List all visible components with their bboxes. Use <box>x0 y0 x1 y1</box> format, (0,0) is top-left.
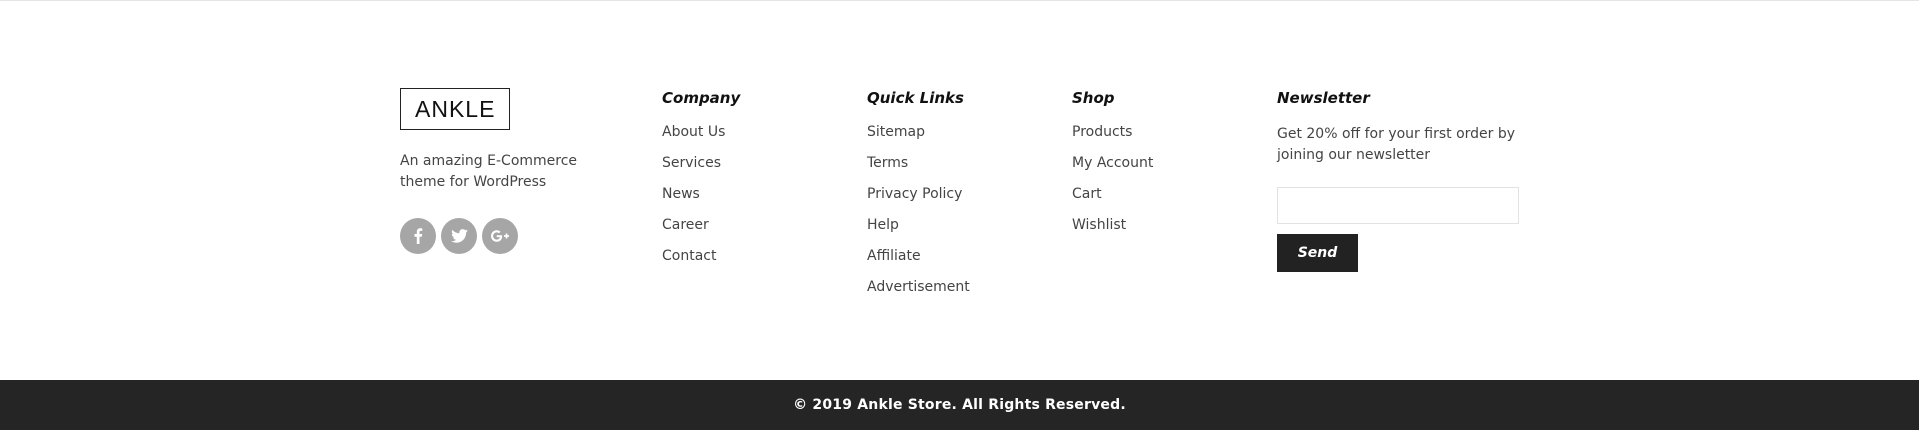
link-career[interactable]: Career <box>662 217 842 248</box>
google-plus-button[interactable] <box>482 218 518 254</box>
site-logo[interactable]: ANKLE <box>400 88 511 130</box>
link-my-account[interactable]: My Account <box>1072 155 1252 186</box>
company-heading: Company <box>662 89 741 107</box>
shop-links: Products My Account Cart Wishlist <box>1072 124 1252 248</box>
newsletter-heading: Newsletter <box>1277 89 1370 107</box>
brand-column: ANKLE An amazing E-Commerce theme for Wo… <box>400 88 630 254</box>
link-help[interactable]: Help <box>867 217 1047 248</box>
shop-column: Shop Products My Account Cart Wishlist <box>1072 88 1252 248</box>
link-about-us[interactable]: About Us <box>662 124 842 155</box>
site-footer: ANKLE An amazing E-Commerce theme for Wo… <box>0 0 1919 380</box>
quick-links-column: Quick Links Sitemap Terms Privacy Policy… <box>867 88 1047 310</box>
google-plus-icon <box>491 230 509 242</box>
twitter-button[interactable] <box>441 218 477 254</box>
link-advertisement[interactable]: Advertisement <box>867 279 1047 310</box>
quick-links: Sitemap Terms Privacy Policy Help Affili… <box>867 124 1047 310</box>
copyright-bar: © 2019 Ankle Store. All Rights Reserved. <box>0 380 1919 430</box>
send-button[interactable]: Send <box>1277 234 1358 272</box>
shop-heading: Shop <box>1072 89 1115 107</box>
link-services[interactable]: Services <box>662 155 842 186</box>
facebook-button[interactable] <box>400 218 436 254</box>
link-news[interactable]: News <box>662 186 842 217</box>
link-products[interactable]: Products <box>1072 124 1252 155</box>
link-privacy-policy[interactable]: Privacy Policy <box>867 186 1047 217</box>
link-affiliate[interactable]: Affiliate <box>867 248 1047 279</box>
newsletter-column: Newsletter Get 20% off for your first or… <box>1277 88 1537 272</box>
link-wishlist[interactable]: Wishlist <box>1072 217 1252 248</box>
brand-tagline: An amazing E-Commerce theme for WordPres… <box>400 153 578 190</box>
link-terms[interactable]: Terms <box>867 155 1047 186</box>
newsletter-description: Get 20% off for your first order by join… <box>1277 126 1516 163</box>
link-contact[interactable]: Contact <box>662 248 842 279</box>
company-column: Company About Us Services News Career Co… <box>662 88 842 279</box>
link-cart[interactable]: Cart <box>1072 186 1252 217</box>
newsletter-email-input[interactable] <box>1277 187 1519 224</box>
company-links: About Us Services News Career Contact <box>662 124 842 279</box>
copyright-text: © 2019 Ankle Store. All Rights Reserved. <box>793 397 1126 413</box>
twitter-icon <box>450 229 468 243</box>
link-sitemap[interactable]: Sitemap <box>867 124 1047 155</box>
quick-links-heading: Quick Links <box>867 89 964 107</box>
social-links <box>400 218 630 254</box>
facebook-icon <box>413 228 423 244</box>
